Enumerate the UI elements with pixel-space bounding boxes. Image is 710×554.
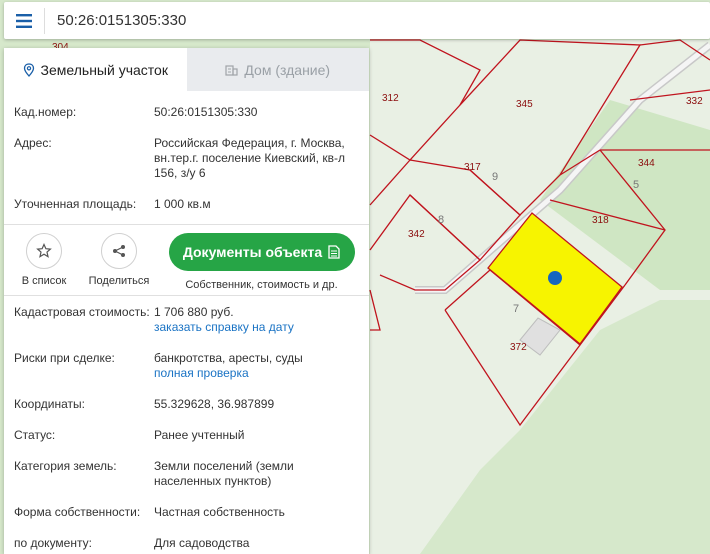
info-value: 1 706 880 руб.: [154, 305, 234, 319]
info-label: Координаты:: [14, 397, 85, 411]
menu-button[interactable]: [4, 2, 44, 39]
favorite-button[interactable]: В список: [4, 233, 84, 287]
tab-land-parcel[interactable]: Земельный участок: [4, 48, 187, 91]
map-label: 5: [633, 179, 639, 191]
watermark-text: Домклик: [34, 515, 103, 532]
map-label: 344: [638, 158, 655, 169]
map-label: 9: [492, 171, 498, 183]
info-row-document-use: по документу: Для садоводства: [4, 536, 369, 551]
building-icon: [225, 64, 239, 76]
parcel-info-panel: Земельный участок Дом (здание) Кад.номер…: [4, 48, 369, 554]
info-value-wrap: 1 706 880 руб. заказать справку на дату: [154, 305, 359, 335]
favorite-label: В список: [21, 275, 67, 287]
full-check-link[interactable]: полная проверка: [154, 366, 359, 381]
cadastral-number-link[interactable]: 50:26:0151305:330: [154, 105, 359, 120]
info-label: Риски при сделке:: [14, 351, 115, 365]
info-value: Частная собственность: [154, 505, 285, 519]
info-label: Кад.номер:: [14, 105, 77, 119]
info-label: Кадастровая стоимость:: [14, 305, 150, 319]
documents-block: Документы объекта Собственник, стоимость…: [154, 233, 369, 291]
map-pin-icon: [23, 62, 34, 77]
watermark: Домклик: [16, 515, 102, 532]
info-label: Уточненная площадь:: [14, 197, 137, 211]
info-value: 55.329628, 36.987899: [154, 397, 275, 411]
map-label: 345: [516, 99, 533, 110]
tab-house[interactable]: Дом (здание): [186, 48, 369, 91]
order-certificate-link[interactable]: заказать справку на дату: [154, 320, 359, 335]
info-value: 1 000 кв.м: [154, 197, 211, 211]
info-value-wrap: банкротства, аресты, суды полная проверк…: [154, 351, 359, 381]
search-bar[interactable]: 50:26:0151305:330: [4, 2, 710, 39]
info-row-address: Адрес: Российская Федерация, г. Москва, …: [4, 136, 369, 181]
info-row-land-category: Категория земель: Земли поселений (земли…: [4, 459, 369, 489]
map-label: 342: [408, 229, 425, 240]
star-icon: [36, 243, 52, 258]
info-row-cadastral-value: Кадастровая стоимость: 1 706 880 руб. за…: [4, 305, 369, 335]
share-icon: [113, 245, 125, 257]
info-row-risks: Риски при сделке: банкротства, аресты, с…: [4, 351, 369, 381]
info-value: банкротства, аресты, суды: [154, 351, 303, 365]
info-row-status: Статус: Ранее учтенный: [4, 428, 369, 443]
favorite-circle: [26, 233, 62, 269]
search-input[interactable]: 50:26:0151305:330: [57, 12, 186, 29]
documents-button-label: Документы объекта: [182, 244, 323, 260]
map-label: 8: [438, 214, 444, 226]
action-bar: В список Поделиться Документы объекта Со…: [4, 225, 369, 295]
domclick-logo-icon: [17, 517, 29, 530]
tab-bar: Земельный участок Дом (здание): [4, 48, 369, 91]
tab-label: Дом (здание): [244, 61, 331, 78]
map-label: 7: [513, 303, 519, 315]
info-label: Категория земель:: [14, 459, 117, 473]
map-label: 317: [464, 162, 481, 173]
location-marker-icon[interactable]: [548, 271, 562, 285]
info-value: Российская Федерация, г. Москва, вн.тер.…: [154, 136, 345, 180]
info-row-cadastral-number: Кад.номер: 50:26:0151305:330: [4, 105, 369, 120]
hamburger-icon: [16, 13, 32, 28]
info-label: по документу:: [14, 536, 92, 550]
share-button[interactable]: Поделиться: [84, 233, 154, 287]
info-label: Адрес:: [14, 136, 52, 150]
share-label: Поделиться: [88, 275, 150, 287]
info-value: Для садоводства: [154, 536, 250, 550]
map-label: 312: [382, 93, 399, 104]
info-value: Земли поселений (земли населенных пункто…: [154, 459, 294, 488]
info-row-coordinates: Координаты: 55.329628, 36.987899: [4, 397, 369, 412]
map-label: 318: [592, 215, 609, 226]
info-label: Статус:: [14, 428, 56, 442]
share-circle: [101, 233, 137, 269]
documents-subtitle: Собственник, стоимость и др.: [185, 279, 338, 291]
documents-button[interactable]: Документы объекта: [168, 233, 355, 271]
map-label: 372: [510, 342, 527, 353]
map-label: 332: [686, 96, 703, 107]
info-value: Ранее учтенный: [154, 428, 245, 442]
document-icon: [328, 245, 340, 259]
tab-label: Земельный участок: [40, 61, 168, 78]
info-row-area: Уточненная площадь: 1 000 кв.м: [4, 197, 369, 212]
divider: [44, 7, 45, 34]
